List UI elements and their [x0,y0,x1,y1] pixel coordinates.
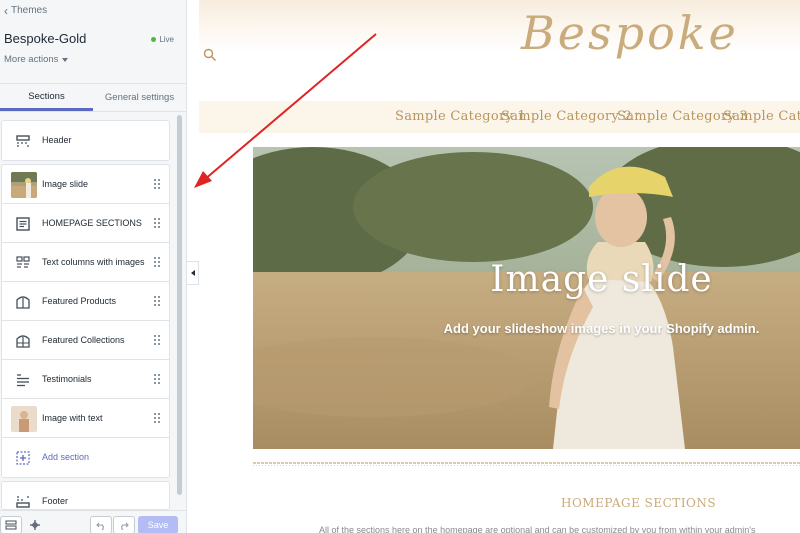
theme-editor: ‹ Themes Bespoke-Gold Live More actions … [0,0,800,533]
redo-button[interactable] [113,516,135,533]
drag-handle-icon[interactable] [153,256,161,268]
section-item-label: Image slide [42,179,89,189]
section-item-label: Image with text [42,413,103,423]
back-link-label: Themes [11,5,48,16]
drag-handle-icon[interactable] [153,217,161,229]
search-icon[interactable] [203,48,217,62]
section-item-label: Header [42,135,72,145]
drag-handle-icon[interactable] [153,412,161,424]
move-icon [30,520,40,530]
hero-slideshow[interactable]: Image slide Add your slideshow images in… [253,147,800,449]
section-item-homepage-sections[interactable]: HOMEPAGE SECTIONS [2,204,169,243]
section-item-label: Featured Collections [42,335,125,345]
drag-handle-icon[interactable] [153,334,161,346]
collapse-sidebar-button[interactable] [187,261,199,285]
list-icon [17,374,29,387]
main-navigation: Sample Category 1 Sample Category 2 ˅ Sa… [199,101,800,133]
section-item-text-columns[interactable]: Text columns with images [2,243,169,282]
live-status-badge: Live [151,35,174,44]
content-sections-card: Image slide HOMEPAGE SECTIONS Text colum… [1,164,170,478]
layout-toggle-icon [5,520,17,530]
sidebar-tabs: Sections General settings [0,83,186,112]
caret-left-icon [190,270,195,276]
section-item-featured-products[interactable]: Featured Products [2,282,169,321]
add-section-label: Add section [42,452,90,462]
scrollbar-thumb[interactable] [177,115,182,495]
store-logo[interactable]: Bespoke [521,6,739,60]
section-item-label: Footer [42,496,69,506]
section-item-image-with-text[interactable]: Image with text [2,399,169,438]
drag-handle-icon[interactable] [153,373,161,385]
store-preview: Bespoke Sample Category 1 Sample Categor… [199,0,800,533]
editor-sidebar: ‹ Themes Bespoke-Gold Live More actions … [0,0,187,533]
image-with-text-thumbnail [11,406,37,432]
section-item-label: Testimonials [42,374,92,384]
collection-icon [16,335,30,348]
add-section-icon [16,451,30,465]
section-item-label: Text columns with images [42,257,145,267]
image-slide-thumbnail [11,172,37,198]
inspect-button[interactable] [24,516,46,533]
live-status-label: Live [159,35,174,44]
header-layout-icon [16,135,30,147]
chevron-left-icon: ‹ [4,3,8,18]
homepage-sections-heading: HOMEPAGE SECTIONS [561,496,717,510]
sidebar-footer-toolbar: Save [0,510,186,533]
header-section-card: Header [1,120,170,161]
section-item-featured-collections[interactable]: Featured Collections [2,321,169,360]
undo-button[interactable] [90,516,112,533]
decorative-divider [253,462,800,466]
add-section-button[interactable]: Add section [2,438,169,477]
section-item-image-slide[interactable]: Image slide [2,165,169,204]
more-actions-label: More actions [4,54,59,65]
hero-title: Image slide [490,259,713,300]
save-button[interactable]: Save [138,516,178,533]
tab-general-settings[interactable]: General settings [93,84,186,111]
back-to-themes-link[interactable]: ‹ Themes [4,3,48,18]
section-item-header[interactable]: Header [2,121,169,160]
theme-name: Bespoke-Gold [4,31,87,46]
caret-down-icon [62,57,69,62]
tab-sections[interactable]: Sections [0,84,93,111]
section-item-footer[interactable]: Footer [2,482,169,509]
drag-handle-icon[interactable] [153,295,161,307]
nav-item-category-4[interactable]: Sample Categor [723,109,800,124]
section-item-label: Featured Products [42,296,117,306]
sidebar-scrollbar[interactable] [176,115,183,510]
footer-section-card: Footer [1,481,170,510]
product-icon [16,296,30,309]
nav-item-label: Sample Category 2 [501,109,633,124]
more-actions-dropdown[interactable]: More actions [4,54,69,65]
section-item-label: HOMEPAGE SECTIONS [42,218,142,228]
hero-subtitle: Add your slideshow images in your Shopif… [443,321,760,336]
columns-icon [16,256,30,268]
footer-layout-icon [16,496,30,508]
homepage-sections-text: All of the sections here on the homepage… [319,525,756,533]
undo-icon [96,522,104,530]
live-dot-icon [151,37,157,42]
text-block-icon [16,217,30,231]
desktop-view-button[interactable] [0,516,22,533]
redo-icon [121,522,129,530]
drag-handle-icon[interactable] [153,178,161,190]
section-item-testimonials[interactable]: Testimonials [2,360,169,399]
